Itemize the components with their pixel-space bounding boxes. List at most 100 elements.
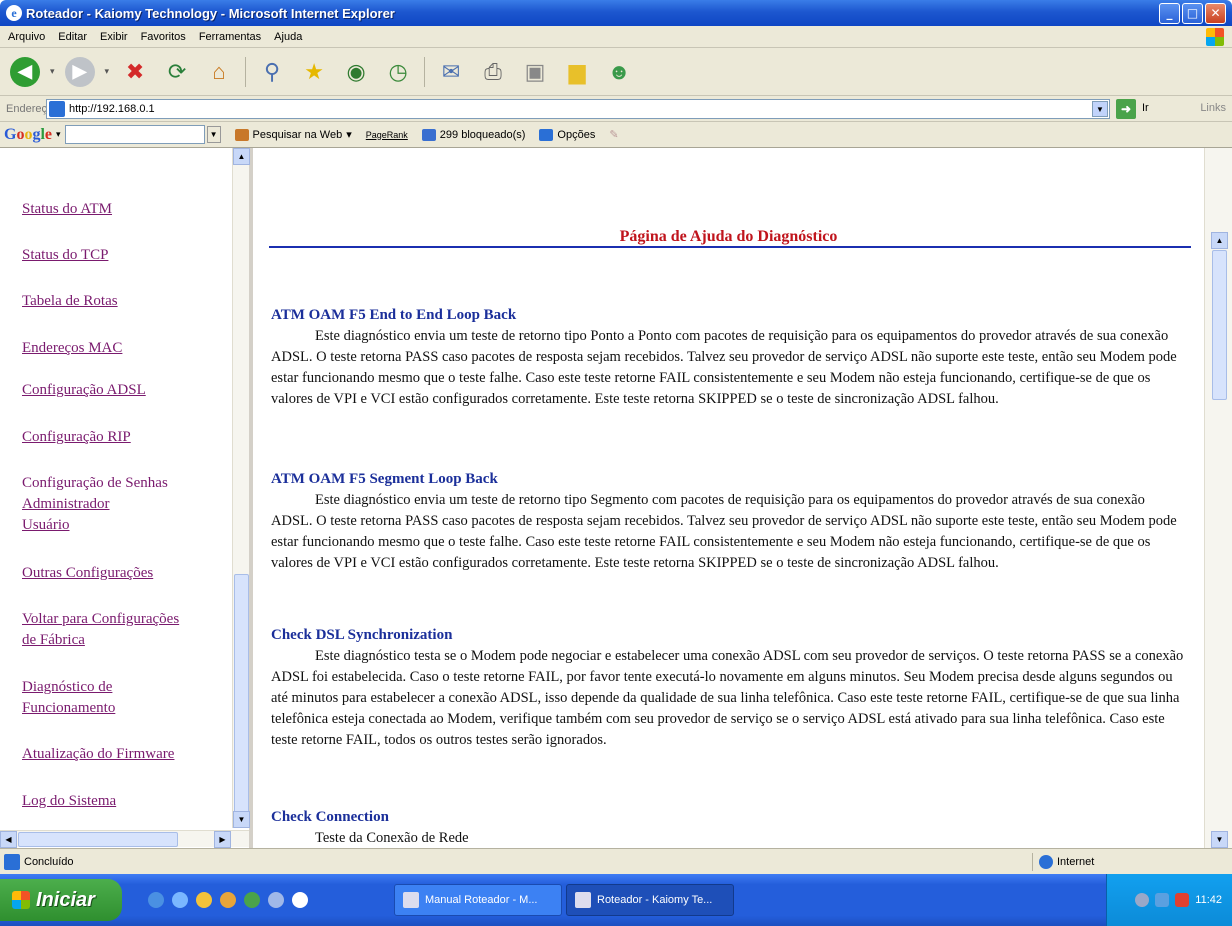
address-input[interactable]: http://192.168.0.1 ▼ bbox=[46, 99, 1110, 119]
sidebar-item-atualizacao-firmware[interactable]: Atualização do Firmware bbox=[22, 744, 174, 765]
popup-blocked-icon bbox=[421, 128, 436, 141]
divider bbox=[269, 246, 1191, 248]
sidebar-item-enderecos-mac[interactable]: Endereços MAC bbox=[22, 338, 122, 359]
sidebar-item-tabela-rotas[interactable]: Tabela de Rotas bbox=[22, 291, 118, 312]
menu-bar: Arquivo Editar Exibir Favoritos Ferramen… bbox=[0, 26, 1232, 48]
go-button[interactable]: ➜ bbox=[1116, 99, 1136, 119]
home-icon[interactable]: ⌂ bbox=[203, 56, 235, 88]
sidebar-item-log-sistema[interactable]: Log do Sistema bbox=[22, 791, 116, 812]
windows-flag-icon bbox=[12, 891, 30, 909]
security-icon[interactable] bbox=[1175, 893, 1190, 907]
sidebar-item-voltar-fabrica-2[interactable]: de Fábrica bbox=[22, 630, 85, 651]
sidebar-item-status-tcp[interactable]: Status do TCP bbox=[22, 245, 108, 266]
main-frame: Página de Ajuda do Diagnóstico ATM OAM F… bbox=[253, 148, 1204, 848]
search-quicklaunch-icon[interactable] bbox=[292, 892, 308, 908]
title-bar[interactable]: e Roteador - Kaiomy Technology - Microso… bbox=[0, 0, 1232, 26]
minimize-button[interactable]: _ bbox=[1159, 3, 1180, 24]
word-icon bbox=[403, 892, 419, 908]
messenger-icon[interactable]: ☻ bbox=[603, 56, 635, 88]
links-button[interactable]: Links bbox=[1200, 102, 1226, 114]
section-heading: Check DSL Synchronization bbox=[271, 627, 453, 643]
google-logo[interactable]: Google bbox=[4, 126, 52, 144]
address-bar: Endereço http://192.168.0.1 ▼ ➜ Ir Links bbox=[0, 96, 1232, 122]
scroll-down-icon[interactable]: ▼ bbox=[1211, 831, 1228, 848]
sidebar-item-diagnostico-2[interactable]: Funcionamento bbox=[22, 698, 115, 719]
scrollbar-thumb[interactable] bbox=[234, 574, 249, 824]
address-url: http://192.168.0.1 bbox=[69, 103, 155, 115]
google-search-input[interactable] bbox=[64, 125, 205, 144]
menu-favoritos[interactable]: Favoritos bbox=[141, 31, 186, 43]
sidebar-frame: Status do ATM Status do TCP Tabela de Ro… bbox=[0, 148, 253, 848]
network-icon[interactable] bbox=[1155, 893, 1170, 907]
pagerank-indicator[interactable]: PageRank bbox=[366, 130, 408, 140]
menu-ferramentas[interactable]: Ferramentas bbox=[199, 31, 261, 43]
back-icon[interactable]: ◀ bbox=[10, 56, 40, 87]
start-button[interactable]: Iniciar bbox=[0, 879, 122, 921]
sidebar-item-configuracao-adsl[interactable]: Configuração ADSL bbox=[22, 380, 146, 401]
desktop-icon[interactable] bbox=[172, 892, 188, 908]
menu-arquivo[interactable]: Arquivo bbox=[8, 31, 45, 43]
options-button[interactable]: Opções bbox=[539, 128, 595, 141]
toolbar-separator bbox=[424, 56, 426, 87]
go-label[interactable]: Ir bbox=[1142, 102, 1149, 114]
binoculars-icon bbox=[234, 128, 249, 141]
sidebar-item-outras-configuracoes[interactable]: Outras Configurações bbox=[22, 563, 153, 584]
folder-icon[interactable]: ▆ bbox=[561, 56, 593, 88]
scroll-up-icon[interactable]: ▲ bbox=[1211, 232, 1228, 249]
section-heading: Check Connection bbox=[271, 809, 389, 825]
sidebar-item-configuracao-rip[interactable]: Configuração RIP bbox=[22, 427, 131, 448]
scrollbar-thumb[interactable] bbox=[1212, 250, 1227, 400]
taskbar-item-manual[interactable]: Manual Roteador - M... bbox=[394, 884, 562, 916]
taskbar-item-roteador[interactable]: Roteador - Kaiomy Te... bbox=[566, 884, 734, 916]
sidebar-item-administrador[interactable]: Administrador bbox=[22, 494, 110, 515]
close-button[interactable]: ✕ bbox=[1205, 3, 1226, 24]
search-icon[interactable]: ⚲ bbox=[256, 56, 288, 88]
search-web-button[interactable]: Pesquisar na Web ▾ bbox=[234, 128, 352, 141]
maximize-button[interactable]: □ bbox=[1182, 3, 1203, 24]
main-scrollbar[interactable]: ▲ ▼ bbox=[1204, 148, 1232, 848]
ie-icon bbox=[575, 892, 591, 908]
media-player-icon[interactable] bbox=[196, 892, 212, 908]
pencil-icon[interactable]: ✎ bbox=[609, 128, 618, 141]
sidebar-item-voltar-fabrica[interactable]: Voltar para Configurações bbox=[22, 609, 179, 630]
menu-editar[interactable]: Editar bbox=[58, 31, 87, 43]
security-zone: Internet bbox=[1032, 853, 1094, 871]
sidebar-scrollbar[interactable]: ▲ ▼ bbox=[232, 148, 250, 828]
menu-ajuda[interactable]: Ajuda bbox=[274, 31, 302, 43]
sidebar-heading-senhas: Configuração de Senhas bbox=[22, 475, 168, 491]
options-icon bbox=[539, 128, 554, 141]
clock[interactable]: 11:42 bbox=[1195, 894, 1222, 906]
scrollbar-thumb[interactable] bbox=[18, 832, 178, 847]
chevron-down-icon[interactable]: ▼ bbox=[1092, 101, 1108, 117]
print-icon[interactable]: ⎙ bbox=[477, 56, 509, 88]
scroll-down-icon[interactable]: ▼ bbox=[233, 811, 250, 828]
mail-icon[interactable]: ✉ bbox=[435, 56, 467, 88]
stop-icon[interactable]: ✖ bbox=[119, 56, 151, 88]
popup-blocker-button[interactable]: 299 bloqueado(s) bbox=[421, 128, 525, 141]
ie-quicklaunch-icon[interactable] bbox=[148, 892, 164, 908]
favorites-icon[interactable]: ★ bbox=[298, 56, 330, 88]
notepad-icon[interactable] bbox=[268, 892, 284, 908]
google-toolbar: Google ▾ ▼ Pesquisar na Web ▾ PageRank 2… bbox=[0, 122, 1232, 148]
sidebar-horizontal-scrollbar[interactable]: ◀ ▶ bbox=[0, 830, 249, 848]
status-bar: Concluído Internet bbox=[0, 848, 1232, 874]
windows-logo-icon bbox=[1206, 28, 1224, 46]
sidebar-item-status-atm[interactable]: Status do ATM bbox=[22, 199, 112, 220]
forward-icon[interactable]: ▶ bbox=[64, 56, 95, 87]
scroll-right-icon[interactable]: ▶ bbox=[214, 831, 231, 848]
sidebar-item-usuario[interactable]: Usuário bbox=[22, 515, 70, 536]
sidebar-item-diagnostico[interactable]: Diagnóstico de bbox=[22, 677, 112, 698]
menu-exibir[interactable]: Exibir bbox=[100, 31, 128, 43]
chevron-down-icon[interactable]: ▼ bbox=[206, 126, 221, 143]
globe-icon bbox=[1039, 855, 1053, 869]
history-icon[interactable]: ◷ bbox=[382, 56, 414, 88]
folder-quicklaunch-icon[interactable] bbox=[220, 892, 236, 908]
media-icon[interactable]: ◉ bbox=[340, 56, 372, 88]
scroll-up-icon[interactable]: ▲ bbox=[233, 148, 250, 165]
refresh-icon[interactable]: ⟳ bbox=[161, 56, 193, 88]
tray-arrow-icon[interactable] bbox=[1135, 893, 1150, 907]
messenger-quicklaunch-icon[interactable] bbox=[244, 892, 260, 908]
scroll-left-icon[interactable]: ◀ bbox=[0, 831, 17, 848]
edit-icon[interactable]: ▣ bbox=[519, 56, 551, 88]
section-heading: ATM OAM F5 Segment Loop Back bbox=[271, 471, 498, 487]
